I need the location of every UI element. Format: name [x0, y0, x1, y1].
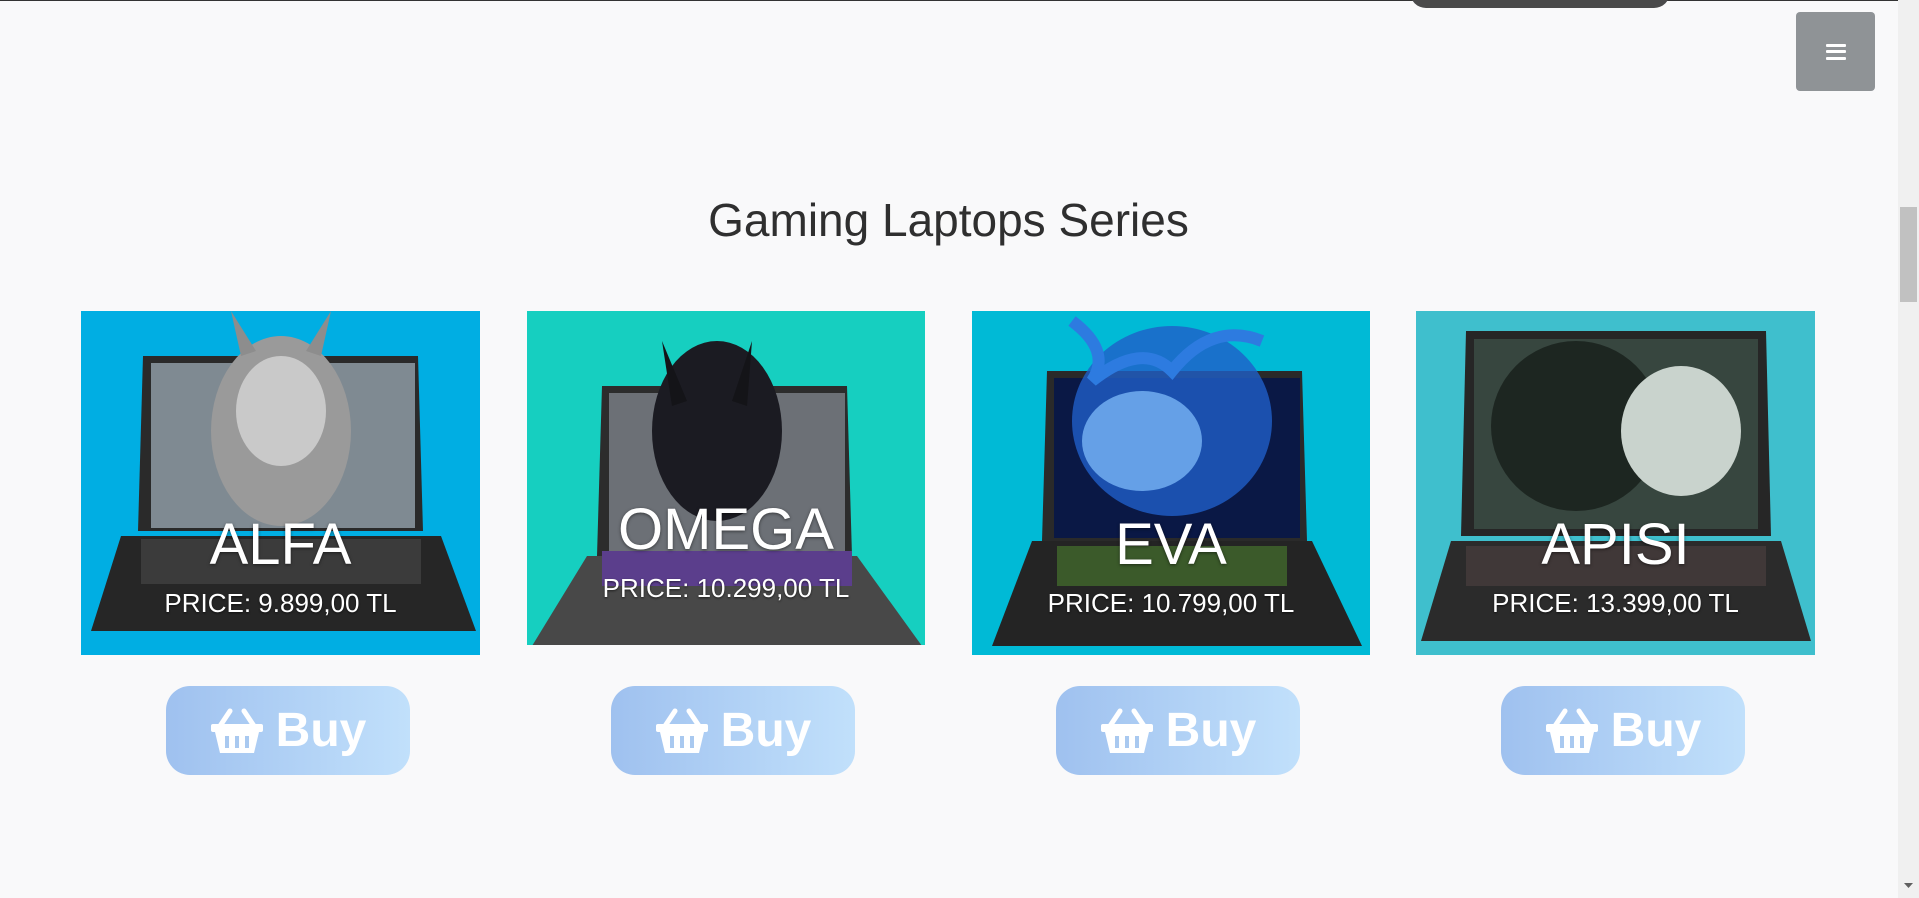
scrollbar-track[interactable]	[1898, 0, 1919, 898]
buy-button-alfa[interactable]: Buy	[166, 686, 410, 775]
product-price: PRICE: 10.299,00 TL	[602, 573, 850, 603]
product-name: ALFA	[209, 512, 352, 577]
product-name: APISI	[1541, 512, 1690, 577]
menu-button[interactable]	[1796, 12, 1875, 91]
basket-icon	[1545, 708, 1598, 753]
basket-icon	[1100, 708, 1153, 753]
product-card-apisi[interactable]: APISI PRICE: 13.399,00 TL	[1416, 311, 1815, 655]
buy-label: Buy	[1165, 704, 1257, 757]
section-title: Gaming Laptops Series	[708, 194, 1189, 246]
hamburger-menu-icon	[1825, 43, 1846, 60]
buy-button-apisi[interactable]: Buy	[1501, 686, 1745, 775]
buy-label: Buy	[1610, 704, 1702, 757]
buy-label: Buy	[720, 704, 812, 757]
buy-button-eva[interactable]: Buy	[1056, 686, 1300, 775]
buy-button-omega[interactable]: Buy	[611, 686, 855, 775]
page-viewport: Gaming Laptops Series ALFA PRICE: 9.899,…	[0, 0, 1900, 898]
product-card-omega[interactable]: OMEGA PRICE: 10.299,00 TL	[527, 311, 925, 645]
product-price: PRICE: 13.399,00 TL	[1492, 588, 1739, 618]
product-name: OMEGA	[618, 497, 834, 562]
product-name: EVA	[1115, 512, 1227, 577]
basket-icon	[210, 708, 263, 753]
scrollbar-thumb[interactable]	[1900, 207, 1917, 302]
scroll-down-arrow-icon[interactable]	[1901, 878, 1916, 893]
buy-label: Buy	[275, 704, 367, 757]
product-price: PRICE: 10.799,00 TL	[1047, 588, 1295, 618]
basket-icon	[655, 708, 708, 753]
product-price: PRICE: 9.899,00 TL	[164, 588, 397, 618]
product-card-eva[interactable]: EVA PRICE: 10.799,00 TL	[972, 311, 1370, 655]
product-card-alfa[interactable]: ALFA PRICE: 9.899,00 TL	[81, 311, 480, 655]
top-image-fragment	[1410, 0, 1670, 8]
